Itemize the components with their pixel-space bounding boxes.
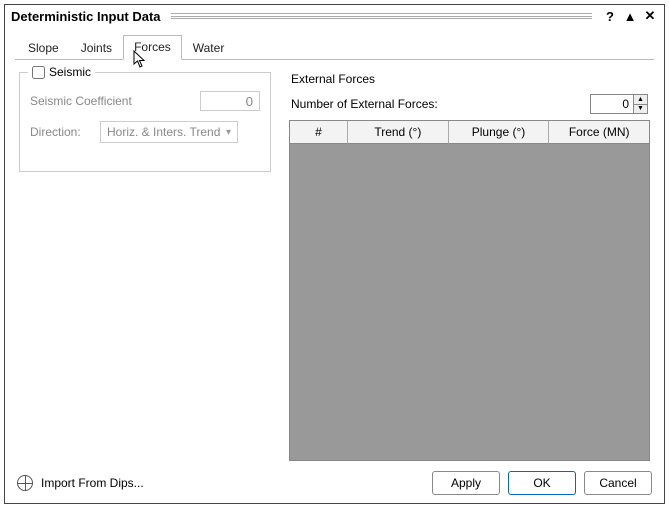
seismic-coeff-input[interactable] (200, 91, 260, 111)
col-header-plunge[interactable]: Plunge (°) (449, 121, 550, 144)
spinner-down-icon[interactable]: ▼ (634, 105, 647, 114)
external-count-row: Number of External Forces: ▲ ▼ (291, 94, 648, 114)
seismic-column: Seismic Seismic Coefficient Direction: H… (19, 72, 271, 461)
tab-joints[interactable]: Joints (70, 36, 123, 60)
cancel-button[interactable]: Cancel (584, 471, 652, 495)
titlebar: Deterministic Input Data ? ▲ ✕ (5, 5, 664, 26)
seismic-coeff-label: Seismic Coefficient (30, 94, 140, 108)
tab-bar: Slope Joints Forces Water (15, 34, 654, 60)
globe-icon (17, 475, 33, 491)
seismic-direction-select[interactable]: Horiz. & Inters. Trend ▾ (100, 121, 238, 143)
forces-tabpage: Seismic Seismic Coefficient Direction: H… (15, 60, 654, 465)
seismic-legend-label: Seismic (49, 65, 91, 79)
spinner-buttons: ▲ ▼ (633, 95, 647, 113)
seismic-direction-row: Direction: Horiz. & Inters. Trend ▾ (30, 121, 260, 143)
close-icon[interactable]: ✕ (642, 8, 658, 24)
import-label: Import From Dips... (41, 476, 144, 490)
help-icon[interactable]: ? (602, 8, 618, 24)
chevron-down-icon: ▾ (226, 127, 231, 138)
import-area[interactable]: Import From Dips... (17, 475, 144, 491)
col-header-force[interactable]: Force (MN) (549, 121, 649, 144)
grid-header: # Trend (°) Plunge (°) Force (MN) (290, 121, 649, 144)
external-forces-section: External Forces Number of External Force… (289, 72, 650, 461)
dialog-window: Deterministic Input Data ? ▲ ✕ Slope Joi… (4, 4, 665, 504)
external-forces-title: External Forces (291, 72, 648, 86)
seismic-coeff-row: Seismic Coefficient (30, 91, 260, 111)
external-count-input[interactable] (591, 95, 633, 113)
external-count-spinner[interactable]: ▲ ▼ (590, 94, 648, 114)
ok-button[interactable]: OK (508, 471, 576, 495)
window-title: Deterministic Input Data (11, 9, 161, 24)
footer: Import From Dips... Apply OK Cancel (15, 465, 654, 495)
apply-button[interactable]: Apply (432, 471, 500, 495)
seismic-direction-label: Direction: (30, 125, 100, 139)
tab-slope[interactable]: Slope (17, 36, 70, 60)
collapse-icon[interactable]: ▲ (622, 8, 638, 24)
tab-water[interactable]: Water (182, 36, 236, 60)
title-rule (171, 13, 592, 19)
tab-forces[interactable]: Forces (123, 35, 182, 60)
seismic-legend: Seismic (28, 65, 95, 79)
external-forces-grid[interactable]: # Trend (°) Plunge (°) Force (MN) (289, 120, 650, 461)
col-header-index[interactable]: # (290, 121, 348, 144)
external-count-label: Number of External Forces: (291, 97, 438, 111)
seismic-direction-value: Horiz. & Inters. Trend (107, 125, 220, 139)
seismic-group: Seismic Seismic Coefficient Direction: H… (19, 72, 271, 172)
col-header-trend[interactable]: Trend (°) (348, 121, 449, 144)
client-area: Slope Joints Forces Water Seismic Seismi… (5, 26, 664, 503)
seismic-checkbox[interactable] (32, 66, 45, 79)
spinner-up-icon[interactable]: ▲ (634, 95, 647, 105)
